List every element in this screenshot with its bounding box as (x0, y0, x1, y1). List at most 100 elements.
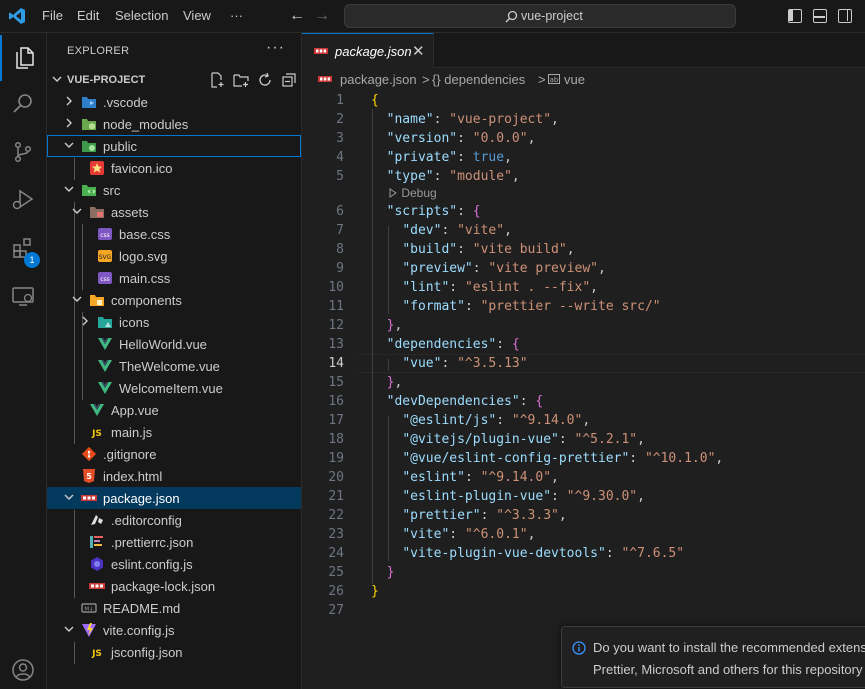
vscode-folder-icon (82, 97, 96, 108)
tree-item-assets[interactable]: assets (47, 201, 301, 223)
search-icon (13, 94, 32, 113)
toggle-primary-sidebar-icon[interactable] (788, 9, 802, 23)
svg-file-icon: SVG (98, 250, 112, 262)
run-debug-activity[interactable] (0, 177, 47, 223)
code-line: "name": "vue-project", (386, 112, 559, 127)
svg-text:5: 5 (86, 472, 92, 481)
tree-item-prettierrc[interactable]: .prettierrc.json (47, 531, 301, 553)
svg-text:SVG: SVG (99, 254, 112, 261)
tree-item-src[interactable]: src (47, 179, 301, 201)
command-center-search[interactable]: vue-project (344, 4, 736, 28)
search-activity[interactable] (0, 81, 47, 127)
tree-item-welcomeitem[interactable]: WelcomeItem.vue (47, 377, 301, 399)
chevron-down-icon (64, 626, 74, 632)
tree-item-label: App.vue (111, 403, 159, 418)
tree-item-label: .prettierrc.json (111, 535, 194, 550)
breadcrumb: package.json > {} dependencies > ab vue (302, 68, 865, 90)
tree-item-logo-svg[interactable]: SVG logo.svg (47, 245, 301, 267)
tree-item-public[interactable]: public (47, 135, 301, 157)
source-control-activity[interactable] (0, 129, 47, 175)
tree-item-icons[interactable]: icons (47, 311, 301, 333)
npm-file-icon (314, 48, 328, 54)
tree-item-label: logo.svg (119, 249, 168, 264)
breadcrumb-dependencies[interactable]: {} dependencies (432, 72, 525, 87)
vue-file-icon (98, 338, 112, 350)
code-line: "private": true, (386, 150, 512, 165)
menu-selection[interactable]: Selection (115, 8, 168, 23)
tree-item-label: node_modules (103, 117, 189, 132)
line-number: 16 (328, 394, 344, 409)
forward-arrow-icon[interactable]: → (314, 7, 330, 25)
play-icon (389, 188, 397, 198)
menu-view[interactable]: View (183, 8, 211, 23)
project-section-header[interactable]: VUE-PROJECT (47, 69, 301, 91)
src-folder-icon (82, 185, 96, 196)
tree-item-label: package-lock.json (111, 579, 216, 594)
new-folder-icon[interactable] (233, 72, 249, 88)
accounts-activity[interactable] (0, 647, 47, 689)
tree-item-helloworld[interactable]: HelloWorld.vue (47, 333, 301, 355)
html-file-icon: 5 (83, 469, 95, 483)
tree-item-gitignore[interactable]: .gitignore (47, 443, 301, 465)
code-line: "build": "vite build", (402, 242, 575, 257)
tree-item-base-css[interactable]: css base.css (47, 223, 301, 245)
code-editor[interactable]: 1 2 3 4 5 6 7 8 9 10 11 12 13 14 15 16 1… (302, 90, 865, 689)
line-number: 1 (336, 93, 344, 108)
tree-item-jsconfig[interactable]: JS jsconfig.json (47, 641, 301, 663)
tree-item-node-modules[interactable]: node_modules (47, 113, 301, 135)
toggle-panel-icon[interactable] (813, 9, 827, 23)
explorer-activity[interactable] (0, 35, 47, 81)
tree-item-vscode[interactable]: .vscode (47, 91, 301, 113)
line-number: 3 (336, 131, 344, 146)
vscode-logo-icon (9, 8, 25, 24)
close-icon[interactable]: ✕ (412, 42, 425, 60)
tree-item-label: assets (111, 205, 149, 220)
search-icon (505, 10, 518, 23)
refresh-icon[interactable] (257, 72, 273, 88)
code-line: "vue": "^3.5.13" (402, 356, 528, 371)
extensions-activity[interactable]: 1 (0, 225, 47, 271)
tree-item-package-json[interactable]: package.json (47, 487, 301, 509)
chevron-right-icon (66, 118, 72, 128)
collapse-all-icon[interactable] (281, 72, 297, 88)
tree-item-components[interactable]: components (47, 289, 301, 311)
editorconfig-file-icon (91, 515, 103, 525)
code-line: "vite-plugin-vue-devtools": "^7.6.5" (402, 546, 685, 561)
breadcrumb-file[interactable]: package.json (340, 72, 417, 87)
new-file-icon[interactable] (209, 72, 225, 88)
menu-edit[interactable]: Edit (77, 8, 99, 23)
tree-item-vite-config[interactable]: vite.config.js (47, 619, 301, 641)
svg-text:M↓: M↓ (84, 606, 93, 613)
back-arrow-icon[interactable]: ← (289, 7, 305, 25)
toggle-secondary-sidebar-icon[interactable] (838, 9, 852, 23)
menu-file[interactable]: File (42, 8, 63, 23)
debug-codelens[interactable]: Debug (388, 186, 437, 200)
breadcrumb-vue[interactable]: vue (564, 72, 585, 87)
tab-package-json[interactable]: package.json ✕ (302, 33, 434, 68)
code-line: "@vitejs/plugin-vue": "^5.2.1", (402, 432, 645, 447)
tree-item-main-js[interactable]: JS main.js (47, 421, 301, 443)
command-center-label: vue-project (521, 9, 583, 23)
tree-item-eslint-config[interactable]: eslint.config.js (47, 553, 301, 575)
chevron-down-icon (64, 142, 74, 148)
editor-tabs: package.json ✕ (302, 33, 865, 68)
explorer-more-actions[interactable]: ··· (266, 39, 285, 57)
tree-item-app-vue[interactable]: App.vue (47, 399, 301, 421)
vue-file-icon (90, 404, 104, 416)
tree-item-package-lock[interactable]: package-lock.json (47, 575, 301, 597)
tree-item-editorconfig[interactable]: .editorconfig (47, 509, 301, 531)
line-number: 6 (336, 204, 344, 219)
menu-more[interactable]: ··· (230, 8, 243, 23)
tree-item-main-css[interactable]: css main.css (47, 267, 301, 289)
line-number: 2 (336, 112, 344, 127)
recommended-extensions-notification[interactable]: Do you want to install the recommended e… (561, 626, 865, 688)
tree-item-label: components (111, 293, 182, 308)
tree-item-thewelcome[interactable]: TheWelcome.vue (47, 355, 301, 377)
chevron-down-icon (72, 296, 82, 302)
tree-item-readme[interactable]: M↓ README.md (47, 597, 301, 619)
tree-item-index-html[interactable]: 5 index.html (47, 465, 301, 487)
notification-message-line2: Prettier, Microsoft and others for this … (593, 662, 863, 677)
remote-explorer-activity[interactable] (0, 273, 47, 319)
tree-item-favicon[interactable]: favicon.ico (47, 157, 301, 179)
line-number: 9 (336, 261, 344, 276)
